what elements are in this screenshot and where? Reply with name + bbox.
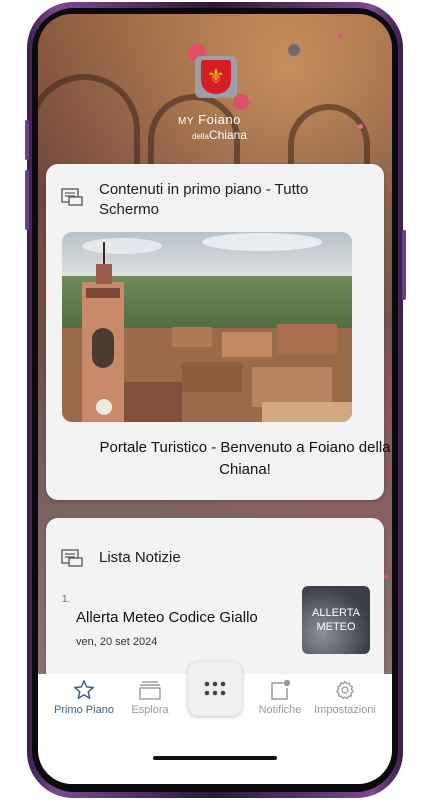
news-item-thumbnail[interactable]: ALLERTA METEO — [302, 586, 370, 654]
nav-label: Impostazioni — [314, 704, 376, 716]
news-item-title[interactable]: Allerta Meteo Codice Giallo — [76, 609, 258, 626]
document-list-icon — [61, 188, 83, 206]
brand-line2-prefix: della — [192, 132, 209, 141]
home-indicator[interactable] — [153, 756, 277, 760]
volume-button — [25, 170, 29, 230]
fleur-de-lis-icon: ⚜ — [201, 60, 231, 94]
grid-menu-icon — [204, 681, 226, 696]
nav-item-impostazioni[interactable]: Impostazioni — [310, 679, 380, 716]
featured-section-title: Contenuti in primo piano - Tutto Schermo — [99, 181, 309, 218]
document-list-icon — [61, 549, 83, 567]
thumb-text-line2: METEO — [316, 621, 356, 633]
volume-button — [25, 120, 29, 160]
nav-item-esplora[interactable]: Esplora — [115, 679, 185, 716]
brand-line1: Foiano — [198, 112, 241, 127]
power-button — [402, 230, 406, 300]
featured-image[interactable] — [62, 232, 352, 422]
nav-label: Primo Piano — [54, 704, 114, 716]
app-brand-name: MY Foiano dellaChiana — [178, 113, 278, 144]
screen: ⚜ MY Foiano dellaChiana Contenuti in pri… — [38, 14, 392, 784]
featured-caption[interactable]: Portale Turistico - Benvenuto a Foiano d… — [86, 437, 392, 481]
brand-line2: Chiana — [208, 128, 247, 142]
thumb-text-line1: ALLERTA — [312, 607, 360, 619]
nav-item-notifiche[interactable]: Notifiche — [245, 679, 315, 716]
main-menu-button[interactable] — [188, 662, 242, 716]
news-item-date: ven, 20 set 2024 — [76, 636, 158, 648]
app-logo: ⚜ — [195, 56, 237, 98]
nav-label: Notifiche — [258, 704, 302, 716]
notification-icon — [271, 679, 291, 700]
gear-icon — [336, 680, 354, 700]
news-section-title: Lista Notizie — [99, 549, 181, 566]
nav-label: Esplora — [131, 704, 169, 716]
star-icon — [74, 680, 94, 699]
nav-item-primo-piano[interactable]: Primo Piano — [49, 679, 119, 716]
brand-prefix: MY — [178, 116, 194, 127]
layers-icon — [139, 681, 161, 700]
news-item-number: 1. — [62, 594, 71, 605]
